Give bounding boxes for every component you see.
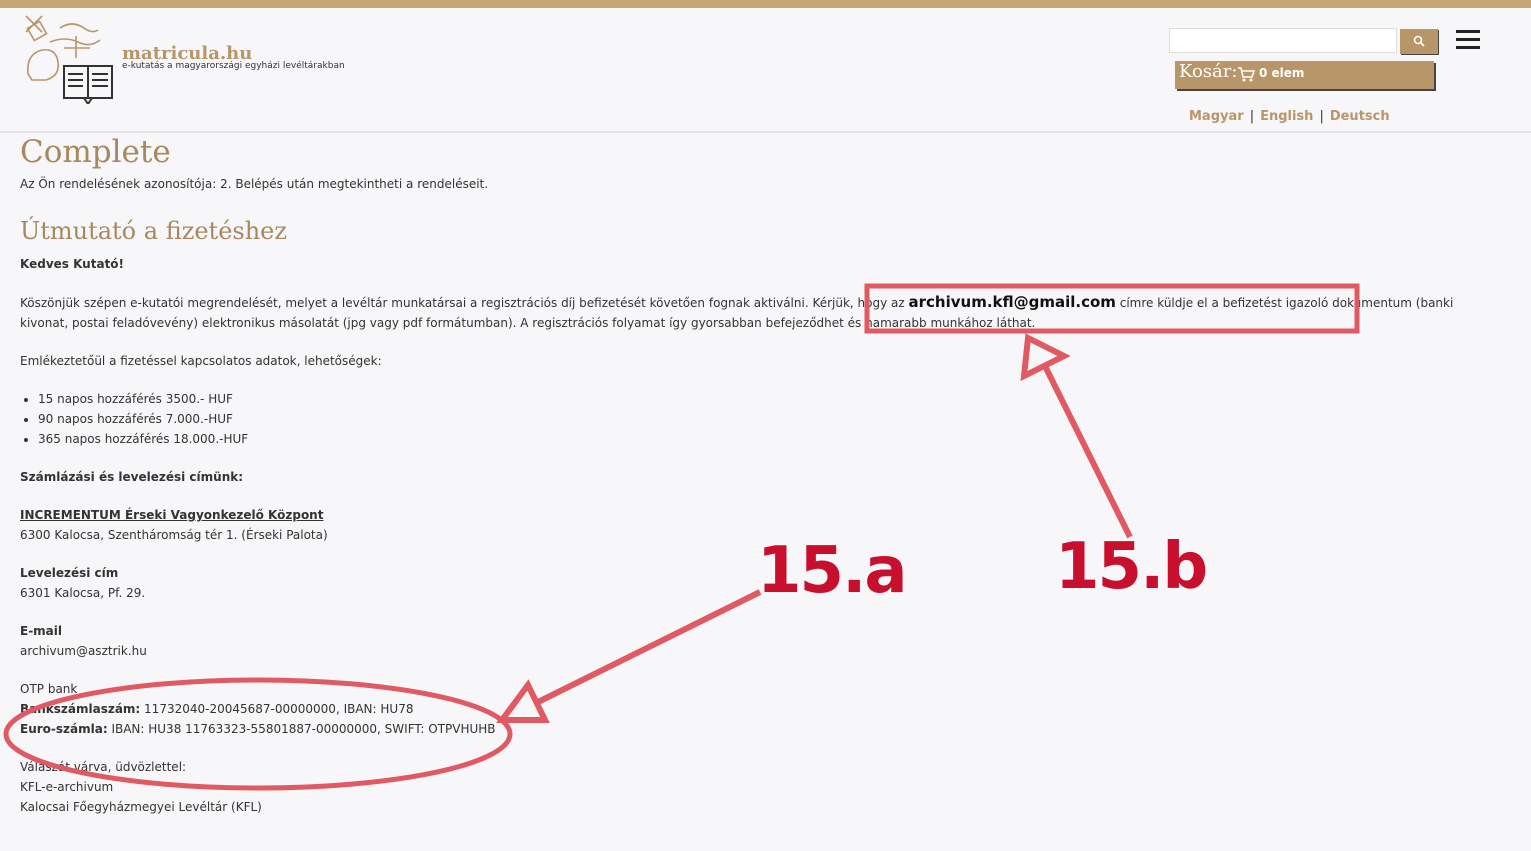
order-text: Az Ön rendelésének azonosítója: 2. Belép… bbox=[20, 177, 489, 191]
price-item: 365 napos hozzáférés 18.000.-HUF bbox=[38, 429, 1500, 449]
annotation-label-a: 15.a bbox=[757, 534, 908, 608]
intro-paragraph: Köszönjük szépen e-kutatói megrendelését… bbox=[20, 293, 1454, 330]
euro-value: IBAN: HU38 11763323-55801887-00000000, S… bbox=[107, 722, 496, 736]
annotation-label-b: 15.b bbox=[1055, 530, 1208, 604]
postal-address: 6301 Kalocsa, Pf. 29. bbox=[20, 586, 146, 600]
page-title: Complete bbox=[20, 134, 171, 170]
contact-email[interactable]: archivum.kfl@gmail.com bbox=[909, 293, 1116, 311]
bank-block: OTP bank Bankszámlaszám: 11732040-200456… bbox=[20, 679, 1500, 739]
greeting: Kedves Kutató! bbox=[20, 257, 125, 271]
lang-english[interactable]: English bbox=[1260, 109, 1313, 124]
signature-line-1: KFL-e-archivum bbox=[20, 780, 114, 794]
email-heading: E-mail bbox=[20, 624, 63, 638]
lang-magyar[interactable]: Magyar bbox=[1189, 109, 1244, 124]
section-title: Útmutató a fizetéshez bbox=[20, 217, 288, 245]
cart-button[interactable]: Kosár: 0 elem bbox=[1175, 61, 1434, 89]
email-value: archivum@asztrik.hu bbox=[20, 644, 147, 658]
postal-heading: Levelezési cím bbox=[20, 566, 119, 580]
site-header: matricula.hu e-kutatás a magyarországi e… bbox=[0, 8, 1531, 133]
search-input[interactable] bbox=[1169, 28, 1397, 53]
billing-heading: Számlázási és levelezési címünk: bbox=[20, 470, 244, 484]
site-logo[interactable] bbox=[20, 14, 120, 106]
euro-label: Euro-számla: bbox=[20, 722, 108, 736]
top-accent-bar bbox=[0, 0, 1531, 8]
bank-name: OTP bank bbox=[20, 682, 78, 696]
reminder-text: Emlékeztetőül a fizetéssel kapcsolatos a… bbox=[20, 354, 382, 368]
price-item: 15 napos hozzáférés 3500.- HUF bbox=[38, 389, 1500, 409]
language-switcher: Magyar | English | Deutsch bbox=[1189, 109, 1390, 124]
main-content: Complete Az Ön rendelésének azonosítója:… bbox=[20, 128, 1500, 835]
shopping-cart-icon bbox=[1238, 67, 1255, 82]
price-list: 15 napos hozzáférés 3500.- HUF 90 napos … bbox=[20, 389, 1500, 449]
org-address: 6300 Kalocsa, Szentháromság tér 1. (Érse… bbox=[20, 528, 328, 542]
search-button[interactable] bbox=[1400, 29, 1438, 54]
price-item: 90 napos hozzáférés 7.000.-HUF bbox=[38, 409, 1500, 429]
account-value: 11732040-20045687-00000000, IBAN: HU78 bbox=[140, 702, 414, 716]
account-label: Bankszámlaszám: bbox=[20, 702, 141, 716]
cart-count: 0 elem bbox=[1259, 66, 1305, 80]
site-tagline: e-kutatás a magyarországi egyházi levélt… bbox=[122, 61, 345, 71]
lang-deutsch[interactable]: Deutsch bbox=[1330, 109, 1390, 124]
email-block: E-mail archivum@asztrik.hu bbox=[20, 621, 1500, 661]
hamburger-menu-icon[interactable] bbox=[1456, 30, 1480, 52]
logo-icon bbox=[25, 15, 113, 106]
closing-text: Válaszát várva, üdvözlettel: bbox=[20, 760, 187, 774]
org-link[interactable]: INCREMENTUM Érseki Vagyonkezelő Központ bbox=[20, 508, 323, 522]
signature-line-2: Kalocsai Főegyházmegyei Levéltár (KFL) bbox=[20, 800, 262, 814]
cart-label: Kosár: bbox=[1179, 61, 1238, 82]
search-icon bbox=[1413, 35, 1425, 47]
closing-block: Válaszát várva, üdvözlettel: KFL-e-archi… bbox=[20, 757, 1500, 817]
